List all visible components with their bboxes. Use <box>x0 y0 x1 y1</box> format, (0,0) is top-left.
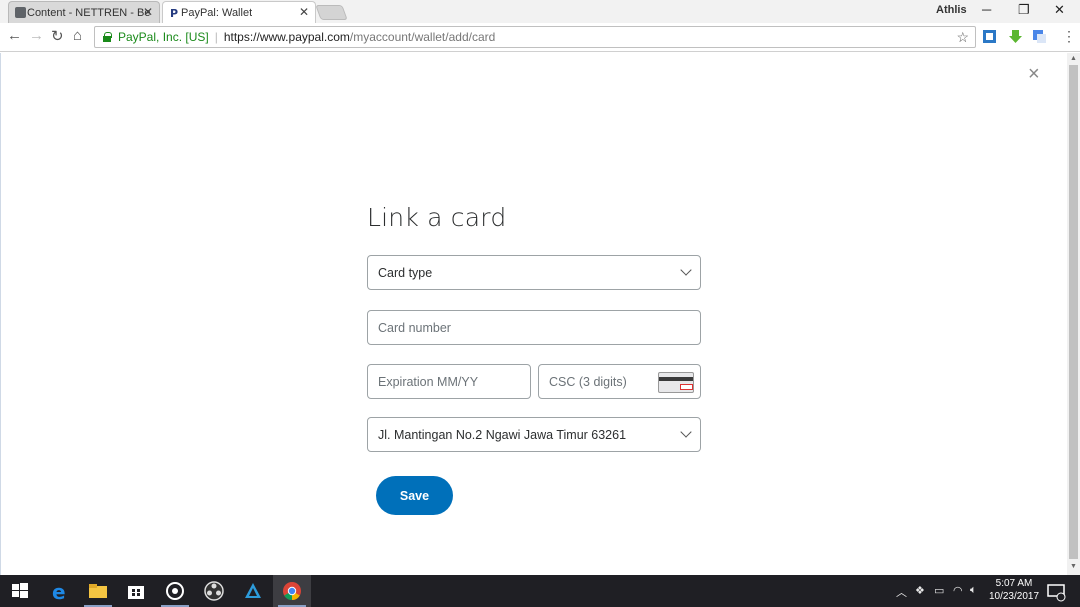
minimize-button[interactable]: ─ <box>982 2 991 17</box>
paypal-icon: P <box>169 7 180 20</box>
file-explorer-icon[interactable] <box>86 579 110 603</box>
card-type-value: Card type <box>378 265 433 280</box>
security-label: PayPal, Inc. [US] <box>118 30 209 44</box>
download-extension-icon[interactable] <box>1008 29 1023 44</box>
dropbox-icon[interactable]: ❖ <box>915 584 925 597</box>
extension-screen-icon[interactable] <box>982 29 997 44</box>
scroll-up-arrow-icon[interactable]: ▲ <box>1070 55 1077 62</box>
scroll-thumb[interactable] <box>1069 65 1078 559</box>
scrollbar[interactable]: ▲ ▼ <box>1067 53 1080 575</box>
new-tab-button[interactable] <box>315 5 348 20</box>
edge-icon[interactable]: e <box>48 579 72 603</box>
tab-paypal-wallet[interactable]: P PayPal: Wallet ✕ <box>162 1 316 23</box>
vector-app-icon[interactable] <box>241 579 265 603</box>
page-viewport: × Link a card Card type Card number Expi… <box>0 53 1067 575</box>
card-number-input[interactable]: Card number <box>367 310 701 345</box>
billing-address-value: Jl. Mantingan No.2 Ngawi Jawa Timur 6326… <box>378 427 627 442</box>
address-bar[interactable]: PayPal, Inc. [US] | https://www.paypal.c… <box>94 26 976 48</box>
close-tab-icon[interactable]: ✕ <box>299 5 309 19</box>
menu-kebab-icon[interactable]: ⋮ <box>1062 28 1076 45</box>
close-tab-icon[interactable]: ✕ <box>143 5 153 19</box>
csc-placeholder: CSC (3 digits) <box>549 374 627 389</box>
back-arrow-icon[interactable]: ← <box>7 27 22 44</box>
save-button[interactable]: Save <box>376 476 453 515</box>
tab-label: PayPal: Wallet <box>181 6 253 19</box>
expiration-input[interactable]: Expiration MM/YY <box>367 364 531 399</box>
chevron-down-icon <box>680 426 692 438</box>
tab-strip: Content - NETTREN - Be ✕ P PayPal: Walle… <box>0 0 1080 23</box>
translate-extension-icon[interactable] <box>1032 29 1047 44</box>
obs-icon[interactable] <box>202 579 226 603</box>
app-icon[interactable] <box>163 579 187 603</box>
clock-time: 5:07 AM <box>995 578 1033 589</box>
clock-date: 10/23/2017 <box>988 591 1040 602</box>
close-window-button[interactable]: ✕ <box>1054 2 1065 18</box>
expiration-placeholder: Expiration MM/YY <box>378 374 479 389</box>
document-icon <box>15 7 26 18</box>
scroll-down-arrow-icon[interactable]: ▼ <box>1070 563 1077 570</box>
card-type-select[interactable]: Card type <box>367 255 701 290</box>
wifi-icon[interactable]: ◠ <box>953 584 963 597</box>
windows-start-icon[interactable] <box>8 579 32 603</box>
billing-address-select[interactable]: Jl. Mantingan No.2 Ngawi Jawa Timur 6326… <box>367 417 701 452</box>
url-path: /myaccount/wallet/add/card <box>349 30 496 44</box>
tab-label: Content - NETTREN - Be <box>27 6 151 19</box>
home-icon[interactable]: ⌂ <box>73 27 82 44</box>
system-clock[interactable]: 5:07 AM 10/23/2017 <box>986 577 1042 603</box>
volume-icon[interactable]: 🔈︎ <box>970 584 977 597</box>
store-icon[interactable] <box>124 579 148 603</box>
page-title: Link a card <box>367 203 507 232</box>
svg-text:P: P <box>170 7 178 18</box>
browser-toolbar: ← → ↻ ⌂ PayPal, Inc. [US] | https://www.… <box>0 23 1080 52</box>
svg-text:e: e <box>52 580 66 603</box>
chrome-icon[interactable] <box>280 579 304 603</box>
chevron-up-icon[interactable]: ︿ <box>896 584 907 600</box>
card-number-placeholder: Card number <box>378 320 451 335</box>
reload-icon[interactable]: ↻ <box>51 27 64 45</box>
profile-name[interactable]: Athlis <box>936 4 967 16</box>
notification-icon[interactable] <box>1044 579 1068 603</box>
tab-content-nettren[interactable]: Content - NETTREN - Be ✕ <box>8 1 160 23</box>
card-back-icon <box>658 372 694 393</box>
battery-icon[interactable]: ▭ <box>934 584 944 597</box>
bookmark-star-icon[interactable]: ☆ <box>956 29 969 46</box>
chevron-down-icon <box>680 264 692 276</box>
windows-taskbar: e ︿ ❖ ▭ ◠ 🔈︎ 5:07 AM 10/23/2017 <box>0 575 1080 607</box>
csc-input[interactable]: CSC (3 digits) <box>538 364 701 399</box>
restore-button[interactable]: ❐ <box>1018 2 1030 18</box>
separator: | <box>214 30 218 44</box>
lock-icon <box>102 32 112 42</box>
url-host: https://www.paypal.com <box>223 30 350 44</box>
forward-arrow-icon[interactable]: → <box>29 27 44 44</box>
close-icon[interactable]: × <box>1028 63 1040 86</box>
